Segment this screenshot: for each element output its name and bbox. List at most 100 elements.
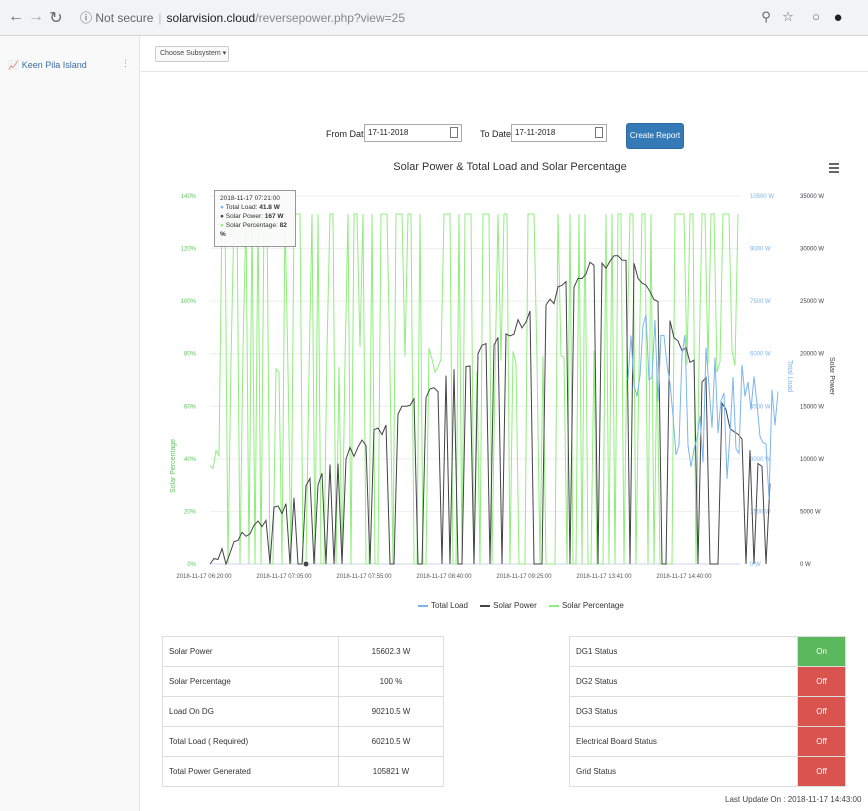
axis-label-solar-power: Solar Power: [828, 357, 835, 396]
legend-label: Total Load: [431, 601, 468, 610]
sidebar-item-keen-pila-island[interactable]: 📈 Keen Pila Island: [8, 60, 87, 71]
hover-marker: [302, 560, 310, 568]
sidebar: 📈 Keen Pila Island ⋮: [0, 36, 140, 811]
tick-label: 120%: [181, 247, 197, 253]
tick-label: 2018-11-17 06:20:00: [176, 574, 232, 580]
status-table: DG1 Status On DG2 Status Off DG3 Status Off…: [568, 636, 846, 787]
to-date-input[interactable]: 17-11-2018: [511, 124, 607, 142]
row-label: Solar Power: [162, 636, 339, 667]
back-icon[interactable]: ←: [6, 8, 26, 26]
row-label: Total Power Generated: [162, 756, 339, 787]
status-badge: Off: [797, 756, 846, 787]
status-badge: Off: [797, 696, 846, 727]
sidebar-collapse-toggle[interactable]: ⋮: [121, 58, 130, 69]
address-bar[interactable]: ⓘ Not secure | solarvision.cloud/reversepo…: [80, 6, 840, 30]
chart-tooltip: 2018-11-17 07:21:00 ● Total Load: 41.8 W…: [214, 190, 296, 247]
tick-label: 6000 W: [750, 352, 771, 358]
tick-label: 2018-11-17 07:05:00: [256, 574, 312, 580]
last-update-text: Last Update On : 2018-11-17 14:43:00: [725, 795, 862, 804]
row-value: 90210.5 W: [338, 696, 444, 727]
tooltip-value: 167 W: [264, 213, 284, 220]
table-row: Load On DG 90210.5 W: [162, 696, 444, 727]
row-label: Load On DG: [162, 696, 339, 727]
tick-label: 5000 W: [800, 509, 821, 515]
tick-label: 35000 W: [800, 194, 824, 200]
table-row: Solar Percentage 100 %: [162, 666, 444, 697]
tick-label: 2018-11-17 08:40:00: [416, 574, 472, 580]
row-value: 15602.3 W: [338, 636, 444, 667]
tooltip-label: Total Load:: [225, 204, 258, 211]
tooltip-label: Solar Power:: [225, 213, 263, 220]
tick-label: 7500 W: [750, 299, 771, 305]
tick-label: 15000 W: [800, 404, 824, 410]
tick-label: 30000 W: [800, 247, 824, 253]
tick-label: 20%: [184, 509, 197, 515]
row-label: Total Load ( Required): [162, 726, 339, 757]
tick-label: 2018-11-17 14:40:00: [656, 574, 712, 580]
chart-menu-icon[interactable]: [829, 163, 839, 175]
profile-icon[interactable]: ●: [830, 9, 846, 26]
table-row: DG2 Status Off: [568, 666, 846, 697]
tick-label: 60%: [184, 404, 197, 410]
tick-label: 3000 W: [750, 457, 771, 463]
forward-icon[interactable]: →: [26, 8, 46, 26]
zoom-icon[interactable]: ⚲: [758, 9, 774, 25]
tick-label: 0%: [187, 562, 196, 568]
tick-label: 80%: [184, 352, 197, 358]
tick-label: 2018-11-17 07:55:00: [336, 574, 392, 580]
tick-label: 9000 W: [750, 247, 771, 253]
row-value: 105821 W: [338, 756, 444, 787]
status-label: DG3 Status: [568, 696, 799, 727]
to-date-value: 17-11-2018: [515, 128, 556, 137]
calendar-icon[interactable]: [450, 127, 458, 138]
from-date-value: 17-11-2018: [368, 128, 409, 137]
table-row: Solar Power 15602.3 W: [162, 636, 444, 667]
table-row: Electrical Board Status Off: [568, 726, 846, 757]
tooltip-time: 2018-11-17 07:21:00: [220, 195, 280, 202]
tick-label: 40%: [184, 457, 197, 463]
tick-label: 100%: [181, 299, 197, 305]
extension-icon[interactable]: ○: [808, 9, 824, 24]
legend-label: Solar Percentage: [561, 601, 624, 610]
tick-label: 2018-11-17 09:25:00: [496, 574, 552, 580]
sidebar-item-label: Keen Pila Island: [21, 60, 87, 70]
row-label: Solar Percentage: [162, 666, 339, 697]
tick-label: 10000 W: [800, 457, 824, 463]
star-icon[interactable]: ☆: [780, 9, 796, 25]
url-domain: solarvision.cloud: [166, 11, 256, 25]
status-label: DG1 Status: [568, 636, 799, 667]
tick-label: 25000 W: [800, 299, 824, 305]
create-report-button[interactable]: Create Report: [626, 123, 684, 149]
from-date-input[interactable]: 17-11-2018: [364, 124, 462, 142]
tick-label: 1500 W: [750, 509, 771, 515]
calendar-icon[interactable]: [595, 127, 603, 138]
row-value: 100 %: [338, 666, 444, 697]
chart-icon: 📈: [8, 60, 20, 70]
axis-label-solar-percentage: Solar Percentage: [170, 439, 177, 493]
chart-title: Solar Power & Total Load and Solar Perce…: [393, 161, 627, 173]
tick-label: 2018-11-17 13:41:00: [576, 574, 632, 580]
url-path: /reversepower.php?view=25: [255, 11, 405, 25]
legend-item-solar-percentage[interactable]: Solar Percentage: [548, 601, 624, 610]
table-row: DG1 Status On: [568, 636, 846, 667]
browser-toolbar: ← → ↻ ⓘ Not secure | solarvision.cloud/rev…: [0, 0, 868, 36]
row-value: 60210.5 W: [338, 726, 444, 757]
axis-label-total-load: Total Load: [786, 360, 793, 392]
tick-label: 20000 W: [800, 352, 824, 358]
status-badge: Off: [797, 666, 846, 697]
reload-icon[interactable]: ↻: [46, 8, 66, 28]
status-badge: Off: [797, 726, 846, 757]
table-row: Total Power Generated 105821 W: [162, 756, 444, 787]
legend-label: Solar Power: [493, 601, 537, 610]
subsystem-select[interactable]: Choose Subsystem ▾: [155, 46, 229, 62]
tooltip-value: 41.8 W: [259, 204, 280, 211]
status-label: DG2 Status: [568, 666, 799, 697]
tooltip-label: Solar Percentage:: [225, 222, 278, 229]
security-label: Not secure: [95, 11, 154, 25]
tick-label: 0 W: [750, 562, 761, 568]
tick-label: 0 W: [800, 562, 811, 568]
info-icon[interactable]: ⓘ: [80, 11, 92, 25]
legend-item-total-load[interactable]: Total Load: [418, 601, 468, 610]
table-row: Grid Status Off: [568, 756, 846, 787]
legend-item-solar-power[interactable]: Solar Power: [480, 601, 537, 610]
